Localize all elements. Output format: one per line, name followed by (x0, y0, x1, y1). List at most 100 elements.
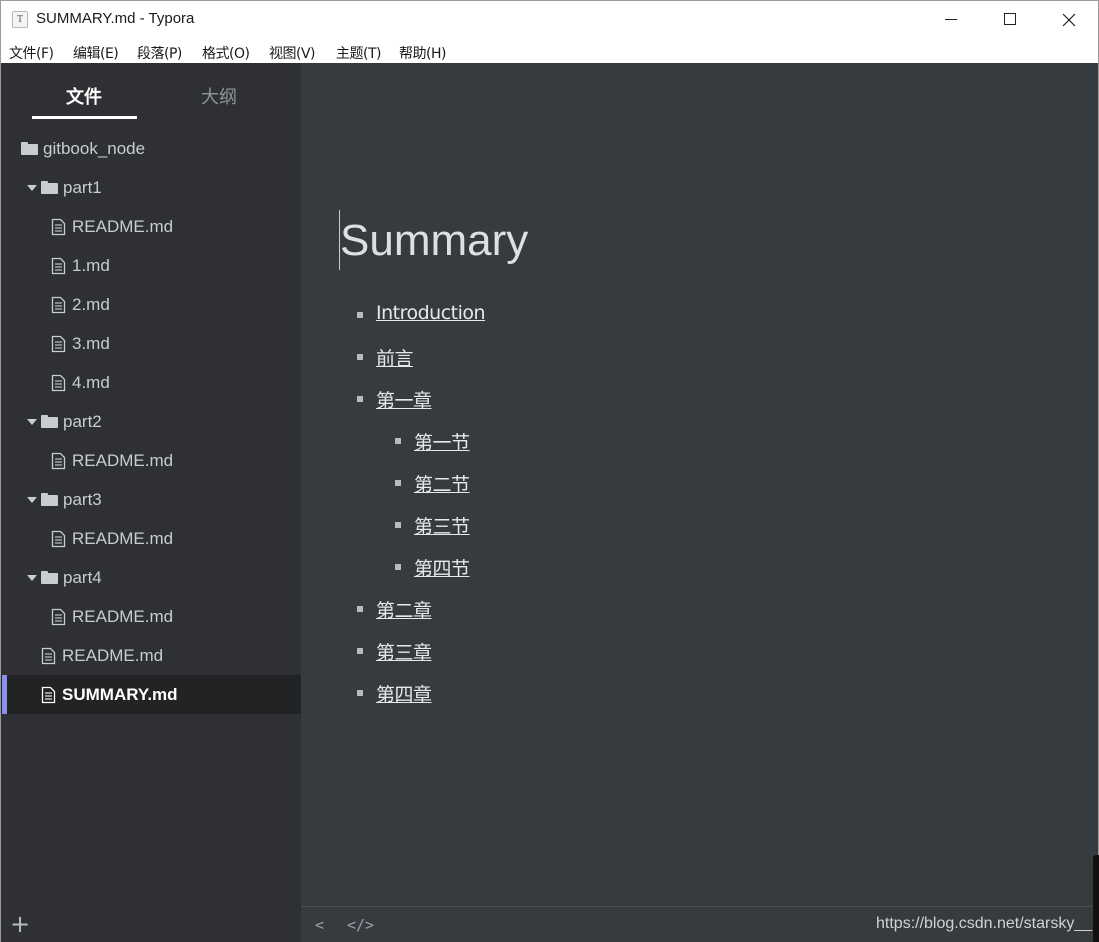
tree-item-label: README.md (72, 217, 174, 236)
summary-link[interactable]: 第四章 (376, 680, 432, 707)
menu-format[interactable]: 格式(O) (202, 43, 250, 63)
bullet-icon (357, 648, 363, 654)
summary-link[interactable]: 第一节 (414, 428, 470, 455)
close-button[interactable] (1040, 1, 1098, 39)
summary-link[interactable]: Introduction (376, 302, 486, 324)
tree-item-label: 2.md (72, 295, 110, 314)
summary-link[interactable]: 第二章 (376, 596, 432, 623)
tree-item-label: 1.md (72, 256, 110, 275)
folder-icon (21, 142, 38, 155)
tree-item-label: README.md (72, 529, 174, 548)
tree-folder[interactable]: gitbook_node (1, 129, 301, 168)
file-icon (51, 374, 66, 392)
tree-folder[interactable]: part3 (1, 480, 301, 519)
sidebar-footer: + (1, 906, 301, 942)
tree-file[interactable]: 1.md (1, 246, 301, 285)
tree-item-label: README.md (72, 607, 174, 626)
tree-file[interactable]: README.md (1, 207, 301, 246)
tree-item-label: part4 (63, 568, 102, 587)
tree-item-label: part1 (63, 178, 102, 197)
file-icon (51, 218, 66, 236)
bullet-icon (357, 354, 363, 360)
maximize-button[interactable] (981, 1, 1039, 39)
title-bar: T SUMMARY.md - Typora (0, 0, 1099, 38)
menu-bar: 文件(F) 编辑(E) 段落(P) 格式(O) 视图(V) 主题(T) 帮助(H… (0, 38, 1099, 63)
tree-file[interactable]: 3.md (1, 324, 301, 363)
code-icon[interactable]: </> (347, 916, 374, 934)
bullet-icon (395, 480, 401, 486)
tree-file[interactable]: README.md (1, 636, 301, 675)
tree-file[interactable]: README.md (1, 441, 301, 480)
summary-link[interactable]: 第三章 (376, 638, 432, 665)
tree-folder[interactable]: part4 (1, 558, 301, 597)
menu-file[interactable]: 文件(F) (9, 43, 54, 63)
tree-file[interactable]: README.md (1, 519, 301, 558)
folder-icon (41, 415, 58, 428)
tree-item-label: gitbook_node (43, 139, 146, 158)
summary-link[interactable]: 第一章 (376, 386, 432, 413)
summary-link[interactable]: 第二节 (414, 470, 470, 497)
file-icon (51, 452, 66, 470)
folder-icon (41, 493, 58, 506)
summary-link[interactable]: 第四节 (414, 554, 470, 581)
file-icon (51, 257, 66, 275)
bullet-icon (357, 606, 363, 612)
active-file-indicator (2, 675, 7, 714)
tree-item-label: 4.md (72, 373, 110, 392)
tree-item-label: SUMMARY.md (62, 685, 178, 704)
file-icon (51, 530, 66, 548)
file-icon (41, 686, 56, 704)
plus-icon[interactable]: + (10, 912, 30, 936)
tree-file[interactable]: README.md (1, 597, 301, 636)
watermark-text: https://blog.csdn.net/starsky__ (876, 915, 1093, 932)
menu-edit[interactable]: 编辑(E) (73, 43, 119, 63)
menu-theme[interactable]: 主题(T) (336, 43, 381, 63)
tree-item-label: README.md (62, 646, 164, 665)
editor-area[interactable]: Summary Introduction 前言第一章第一节第二节第三节第四节第二章… (301, 63, 1099, 906)
bullet-icon (357, 690, 363, 696)
document-heading[interactable]: Summary (340, 216, 528, 266)
file-icon (51, 296, 66, 314)
tree-file[interactable]: 2.md (1, 285, 301, 324)
window-title: SUMMARY.md - Typora (36, 10, 195, 27)
tree-folder[interactable]: part1 (1, 168, 301, 207)
summary-link[interactable]: 第三节 (414, 512, 470, 539)
menu-paragraph[interactable]: 段落(P) (137, 43, 182, 63)
bullet-icon (395, 564, 401, 570)
folder-icon (41, 181, 58, 194)
close-icon (1062, 13, 1076, 27)
tree-item-label: part2 (63, 412, 102, 431)
scrollbar-edge (1093, 855, 1099, 942)
minimize-icon (945, 19, 957, 20)
summary-link[interactable]: 前言 (376, 344, 414, 371)
tree-item-label: README.md (72, 451, 174, 470)
tree-file[interactable]: 4.md (1, 363, 301, 402)
tab-files[interactable]: 文件 (66, 83, 102, 109)
tree-item-label: part3 (63, 490, 102, 509)
caret-down-icon[interactable] (27, 419, 37, 425)
sidebar: 文件 大纲 gitbook_node part1 README.md 1.md 2.md… (0, 63, 301, 942)
file-icon (51, 335, 66, 353)
tab-outline[interactable]: 大纲 (201, 83, 237, 109)
status-bar: < </> https://blog.csdn.net/starsky__ (301, 906, 1099, 942)
caret-down-icon[interactable] (27, 497, 37, 503)
file-icon (41, 647, 56, 665)
menu-view[interactable]: 视图(V) (269, 43, 316, 63)
bullet-icon (357, 396, 363, 402)
caret-down-icon[interactable] (27, 185, 37, 191)
caret-down-icon[interactable] (27, 575, 37, 581)
file-icon (51, 608, 66, 626)
bullet-icon (395, 522, 401, 528)
tree-file[interactable]: SUMMARY.md (1, 675, 301, 714)
bullet-icon (395, 438, 401, 444)
typora-app-icon: T (12, 11, 28, 28)
bullet-icon (357, 312, 363, 318)
maximize-icon (1004, 13, 1016, 25)
active-tab-indicator (32, 116, 137, 119)
chevron-left-icon[interactable]: < (315, 916, 324, 934)
menu-help[interactable]: 帮助(H) (399, 43, 446, 63)
tree-item-label: 3.md (72, 334, 110, 353)
minimize-button[interactable] (923, 1, 981, 39)
folder-icon (41, 571, 58, 584)
tree-folder[interactable]: part2 (1, 402, 301, 441)
